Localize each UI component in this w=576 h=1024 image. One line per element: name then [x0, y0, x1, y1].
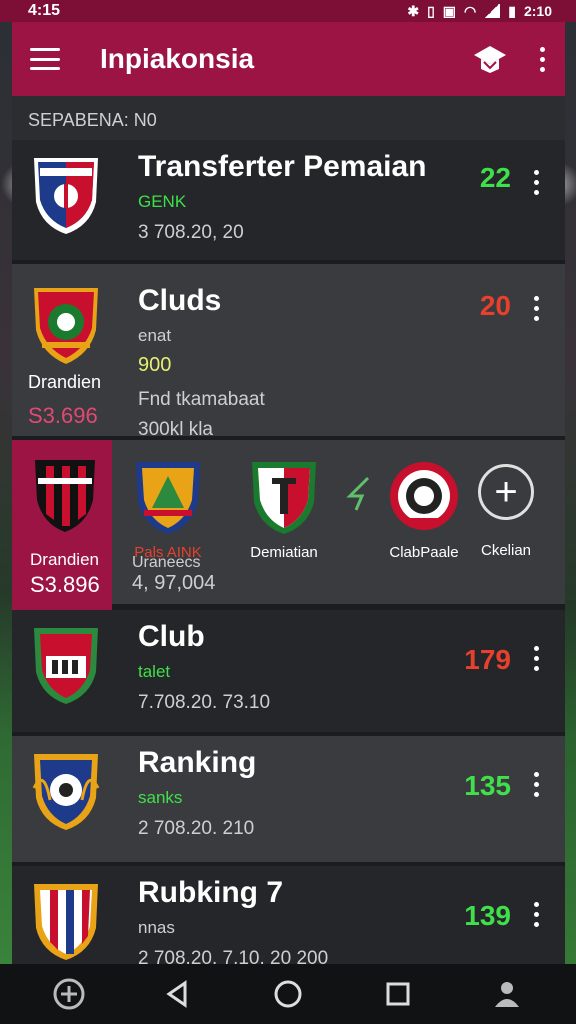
club-list: SEPABENA: N0 Transferter Pemaian GENK 3 … [12, 96, 565, 964]
list-item[interactable]: Ranking sanks 2 708.20. 210 135 [12, 736, 565, 866]
row-meta: 7.708.20. 73.10 [138, 692, 271, 713]
list-item[interactable]: Rubking 7 nnas 2 708.20. 7.10. 20 200 13… [12, 866, 565, 964]
row-count: 22 [479, 162, 511, 193]
nfc-icon: ▣ [442, 2, 457, 19]
carousel-item-caption: Demiatian [250, 544, 318, 561]
carousel-item[interactable]: Pals AINK [132, 458, 204, 561]
status-clock: 2:10 [523, 3, 552, 19]
carousel-item-caption: ClabPaale [389, 544, 459, 561]
list-item[interactable]: Transferter Pemaian GENK 3 708.20, 20 22 [12, 140, 565, 264]
row-meta: 2 708.20. 210 [138, 818, 255, 839]
carousel-featured-label: Drandien [30, 550, 99, 569]
club-carousel[interactable]: Drandien S3.896 Pals AINK Uraneecs 4, 97… [12, 440, 565, 610]
list-item[interactable]: Club talet 7.708.20. 73.10 179 [12, 610, 565, 736]
more-vert-icon[interactable] [531, 902, 541, 927]
status-time: 4:15 [28, 2, 61, 19]
more-vert-icon[interactable] [531, 772, 541, 797]
row-left-stats: Drandien S3.696 [28, 372, 101, 429]
row-subtitle: GENK [138, 192, 187, 211]
more-vert-icon[interactable] [531, 296, 541, 321]
system-nav-bar [0, 964, 576, 1024]
vibrate-icon: ▯ [427, 2, 435, 19]
carousel-item-caption: Ckelian [480, 542, 532, 559]
carousel-item[interactable]: ClabPaale [388, 458, 460, 561]
list-item[interactable]: Cluds enat 900 Fnd tkamabaat 300kl kla D… [12, 264, 565, 440]
status-bar: 4:15 ✱ ▯ ▣ ◠ ▮ 2:10 [0, 0, 576, 22]
row-count: 179 [464, 644, 511, 675]
more-vert-icon[interactable] [531, 646, 541, 671]
carousel-item-amount: 4, 97,004 [132, 572, 216, 594]
club-crest [30, 748, 102, 832]
app-logo-icon[interactable] [49, 974, 89, 1014]
club-crest [30, 622, 102, 706]
app-bar: Inpiakonsia [12, 22, 565, 96]
club-crest [30, 878, 102, 962]
carousel-featured-amount: S3.896 [30, 572, 100, 597]
signal-icon [484, 4, 501, 18]
row-left-amount: S3.696 [28, 403, 98, 428]
club-crest [32, 456, 98, 536]
carousel-item[interactable]: + Ckelian [478, 458, 534, 559]
row-count: 135 [464, 770, 511, 801]
back-icon[interactable] [158, 974, 198, 1014]
profile-icon[interactable] [487, 974, 527, 1014]
row-subtitle: enat [138, 326, 172, 345]
app-title: Inpiakonsia [100, 43, 255, 74]
carousel-item-sub: Uraneecs [132, 554, 201, 571]
row-left-label: Drandien [28, 372, 102, 392]
section-label: SEPABENA: N0 [12, 96, 565, 140]
row-value: 900 [138, 354, 172, 376]
row-meta-secondary: 300kl kla [138, 419, 213, 440]
home-icon[interactable] [268, 974, 308, 1014]
club-crest [132, 458, 204, 538]
row-meta: Fnd tkamabaat [138, 389, 265, 410]
carousel-item[interactable]: Demiatian [248, 458, 320, 561]
arrow-icon [342, 474, 378, 519]
status-icons: ✱ ▯ ▣ ◠ ▮ 2:10 [407, 3, 552, 20]
more-vert-icon[interactable] [537, 46, 547, 72]
bluetooth-icon: ✱ [407, 2, 420, 19]
club-crest [388, 458, 460, 538]
add-club-icon[interactable]: + [478, 464, 534, 520]
row-meta: 2 708.20. 7.10. 20 200 [138, 948, 329, 964]
row-meta: 3 708.20, 20 [138, 222, 244, 243]
club-crest [30, 152, 102, 236]
recents-icon[interactable] [378, 974, 418, 1014]
club-crest [30, 284, 102, 368]
carousel-featured[interactable]: Drandien S3.896 [12, 440, 112, 610]
more-vert-icon[interactable] [531, 170, 541, 195]
row-count: 139 [464, 900, 511, 931]
wifi-icon: ◠ [464, 2, 477, 19]
club-crest [248, 458, 320, 538]
menu-icon[interactable] [30, 48, 60, 70]
row-count: 20 [479, 290, 511, 321]
graduation-cap-icon[interactable] [473, 44, 507, 74]
battery-icon: ▮ [508, 2, 516, 19]
